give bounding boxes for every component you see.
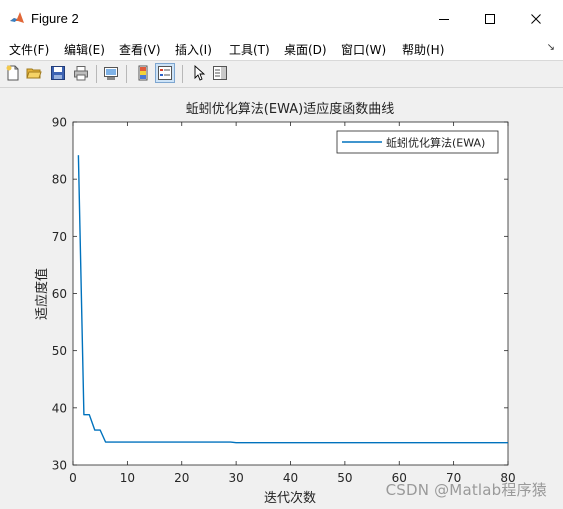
y-tick-label: 70 — [52, 230, 67, 244]
x-axis-label: 迭代次数 — [264, 490, 316, 506]
x-tick-label: 0 — [69, 471, 77, 485]
chevron-icon[interactable]: ↘ — [547, 42, 555, 53]
watermark-text: CSDN @Matlab程序猿 — [385, 481, 547, 499]
menu-view[interactable]: 查看(V) — [119, 41, 161, 58]
save-button[interactable] — [48, 63, 68, 83]
property-editor-icon — [213, 66, 227, 80]
save-icon — [51, 66, 65, 80]
x-tick-label: 30 — [228, 471, 243, 485]
open-file-icon — [26, 68, 42, 79]
y-tick-label: 30 — [52, 459, 67, 473]
window-title: Figure 2 — [31, 11, 79, 26]
maximize-icon — [485, 14, 495, 24]
link-plot-button[interactable] — [101, 63, 121, 83]
legend-button[interactable] — [155, 63, 175, 83]
menu-file[interactable]: 文件(F) — [9, 41, 49, 58]
property-editor-button[interactable] — [210, 63, 230, 83]
line-chart: 蚯蚓优化算法(EWA)适应度函数曲线 30 40 50 60 70 80 90 0 10 20 3… — [34, 101, 516, 506]
y-tick-label: 40 — [52, 401, 67, 415]
menu-bar: 文件(F) 编辑(E) 查看(V) 插入(I) 工具(T) 桌面(D) 窗口(W… — [0, 38, 563, 61]
figure-toolbar — [0, 61, 563, 88]
pointer-icon — [194, 65, 206, 81]
axes-area[interactable] — [72, 121, 509, 466]
minimize-icon — [439, 19, 449, 20]
menu-insert[interactable]: 插入(I) — [175, 41, 212, 58]
pointer-button[interactable] — [188, 63, 208, 83]
chart-title: 蚯蚓优化算法(EWA)适应度函数曲线 — [186, 101, 394, 117]
colorbar-button[interactable] — [133, 63, 153, 83]
minimize-button[interactable] — [421, 0, 467, 38]
x-tick-label: 20 — [174, 471, 189, 485]
menu-desktop[interactable]: 桌面(D) — [284, 41, 327, 58]
new-figure-button[interactable] — [3, 63, 23, 83]
y-tick-label: 90 — [52, 116, 67, 130]
open-file-button[interactable] — [24, 63, 44, 83]
close-icon — [531, 14, 541, 24]
figure-canvas: 蚯蚓优化算法(EWA)适应度函数曲线 30 40 50 60 70 80 90 0 10 20 3… — [0, 88, 563, 509]
x-tick-label: 40 — [283, 471, 298, 485]
menu-edit[interactable]: 编辑(E) — [64, 41, 105, 58]
y-tick-label: 80 — [52, 173, 67, 187]
toolbar-separator — [96, 65, 97, 83]
legend-entry-label: 蚯蚓优化算法(EWA) — [386, 136, 485, 150]
x-tick-label: 10 — [120, 471, 135, 485]
y-tick-label: 60 — [52, 287, 67, 301]
menu-help[interactable]: 帮助(H) — [402, 41, 444, 58]
matlab-logo-icon — [9, 10, 25, 26]
figure-window: Figure 2 文件(F) 编辑(E) 查看(V) 插入(I) 工具(T) 桌… — [0, 0, 563, 509]
menu-window[interactable]: 窗口(W) — [341, 41, 386, 58]
close-button[interactable] — [513, 0, 559, 38]
y-tick-label: 50 — [52, 344, 67, 358]
print-icon — [74, 66, 88, 81]
toolbar-separator — [182, 65, 183, 83]
y-axis-label: 适应度值 — [34, 268, 50, 320]
toolbar-separator — [126, 65, 127, 83]
link-plot-icon — [104, 67, 118, 80]
title-bar[interactable]: Figure 2 — [0, 0, 563, 38]
new-figure-icon — [6, 65, 19, 81]
maximize-button[interactable] — [467, 0, 513, 38]
legend[interactable]: 蚯蚓优化算法(EWA) — [336, 130, 499, 154]
print-button[interactable] — [71, 63, 91, 83]
colorbar-icon — [138, 65, 148, 81]
legend-icon — [158, 66, 172, 80]
x-tick-label: 50 — [337, 471, 352, 485]
menu-tools[interactable]: 工具(T) — [229, 41, 270, 58]
